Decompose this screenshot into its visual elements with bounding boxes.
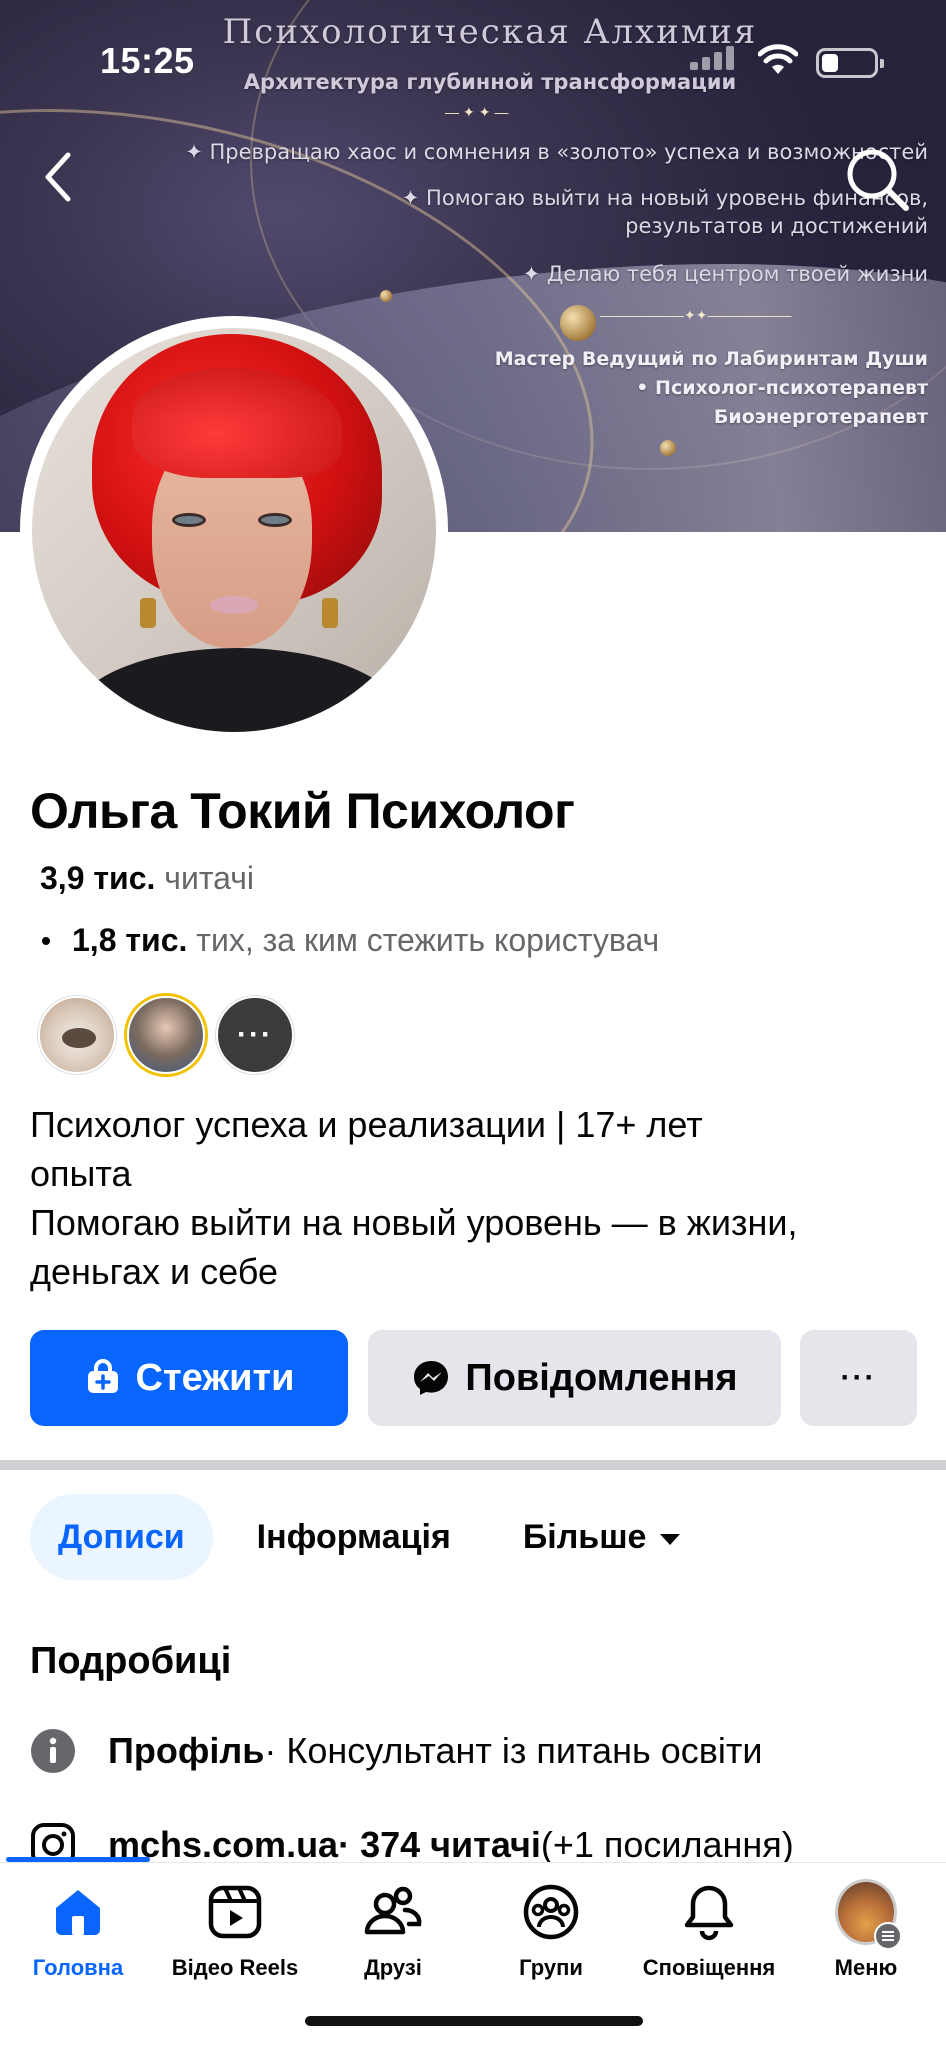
back-button[interactable]	[30, 138, 86, 216]
home-icon	[56, 1890, 100, 1935]
message-button[interactable]: Повідомлення	[368, 1330, 781, 1426]
nav-reels[interactable]: Відео Reels	[155, 1881, 315, 1981]
bio-line: Помогаю выйти на новый уровень — в жизни…	[30, 1202, 798, 1243]
hamburger-icon	[874, 1922, 902, 1950]
chevron-left-icon	[45, 152, 71, 202]
nav-groups[interactable]: Групи	[471, 1881, 631, 1981]
search-button[interactable]	[840, 142, 912, 214]
more-followers-button[interactable]: ···	[216, 996, 294, 1074]
bio-line: деньгах и себе	[30, 1251, 278, 1292]
details-heading: Подробиці	[30, 1640, 232, 1682]
tab-posts[interactable]: Дописи	[30, 1494, 213, 1580]
info-icon	[31, 1729, 75, 1773]
followers-label: читачі	[164, 860, 255, 896]
tab-more[interactable]: Більше	[495, 1494, 709, 1580]
cover-line: ✦ Делаю тебя центром твоей жизни	[522, 262, 928, 286]
wifi-icon	[758, 44, 798, 74]
following-label: тих, за ким стежить користувач	[196, 922, 660, 958]
cover-decoration	[560, 305, 596, 341]
following-number: 1,8 тис.	[72, 922, 188, 958]
followers-count[interactable]: 3,9 тис. читачі	[40, 860, 254, 897]
caret-down-icon	[660, 1533, 681, 1545]
cover-role: Мастер Ведущий по Лабиринтам Души	[494, 348, 928, 370]
messenger-icon	[414, 1361, 449, 1395]
tab-label: Більше	[522, 1517, 647, 1556]
cover-line: ✦ Превращаю хаос и сомнения в «золото» у…	[185, 140, 928, 164]
more-options-button[interactable]: ···	[800, 1330, 917, 1426]
page-title: Ольга Токий Психолог	[30, 783, 575, 839]
bell-icon	[684, 1885, 734, 1941]
cover-role: • Психолог-психотерапевт	[636, 377, 928, 399]
nav-label: Меню	[834, 1955, 898, 1980]
section-divider	[0, 1460, 946, 1470]
instagram-followers: · 374 читачі	[338, 1824, 541, 1865]
nav-label: Сповіщення	[642, 1955, 776, 1980]
cover-line: результатов и достижений	[625, 214, 928, 238]
groups-icon	[523, 1884, 579, 1940]
follow-button[interactable]: Стежити	[30, 1330, 348, 1426]
cover-subtitle: Архитектура глубинной трансформации	[243, 70, 737, 94]
tab-about[interactable]: Інформація	[229, 1494, 479, 1580]
bullet-separator	[42, 936, 50, 945]
message-label: Повідомлення	[465, 1356, 738, 1399]
followers-number: 3,9 тис.	[40, 860, 156, 896]
bio-line: опыта	[30, 1153, 132, 1194]
friends-icon	[364, 1886, 422, 1935]
bio-line: Психолог успеха и реализации | 17+ лет	[30, 1104, 703, 1145]
nav-label: Відео Reels	[171, 1955, 299, 1980]
cellular-signal-icon	[690, 46, 738, 70]
follow-icon	[87, 1359, 118, 1393]
search-icon	[847, 149, 909, 211]
nav-notifications[interactable]: Сповіщення	[629, 1881, 789, 1981]
nav-label: Друзі	[364, 1955, 422, 1980]
battery-icon	[816, 48, 884, 78]
tab-label: Дописи	[58, 1517, 185, 1556]
cover-decoration	[380, 290, 392, 302]
tab-label: Інформація	[256, 1517, 451, 1556]
detail-label: Профіль	[108, 1730, 265, 1771]
page-bio: Психолог успеха и реализации | 17+ лет о…	[30, 1100, 930, 1296]
follow-label: Стежити	[135, 1356, 295, 1399]
profile-photo	[32, 328, 436, 732]
status-time: 15:25	[100, 40, 195, 81]
follower-avatar[interactable]	[127, 996, 205, 1074]
reels-icon	[208, 1885, 262, 1939]
sparkle-icon: —✦✦—	[445, 104, 513, 120]
nav-menu[interactable]: Меню	[786, 1879, 946, 1981]
follower-avatar[interactable]	[38, 996, 116, 1074]
active-tab-indicator	[6, 1857, 150, 1862]
instagram-more-links: (+1 посилання)	[540, 1824, 794, 1865]
menu-avatar	[835, 1879, 902, 1950]
sparkle-icon: ——————✦✦——————	[600, 307, 792, 323]
cover-decoration	[660, 440, 676, 456]
following-count[interactable]: 1,8 тис. тих, за ким стежить користувач	[40, 922, 659, 959]
profile-tabs: Дописи Інформація Більше	[30, 1494, 724, 1580]
detail-value: · Консультант із питань освіти	[264, 1730, 763, 1771]
nav-home[interactable]: Головна	[0, 1881, 158, 1981]
profile-picture[interactable]	[20, 316, 448, 744]
nav-friends[interactable]: Друзі	[313, 1881, 473, 1981]
home-indicator	[305, 2016, 643, 2026]
nav-label: Групи	[519, 1955, 583, 1980]
mutual-followers[interactable]: ···	[38, 996, 294, 1074]
nav-label: Головна	[32, 1955, 124, 1980]
detail-profile-row: Профіль · Консультант із питань освіти	[30, 1728, 762, 1774]
cover-role: Биоэнерготерапевт	[713, 406, 928, 428]
